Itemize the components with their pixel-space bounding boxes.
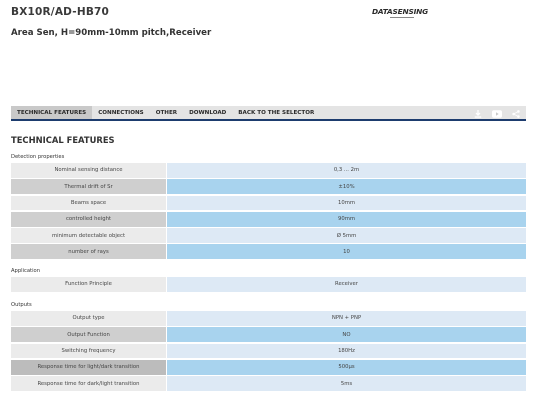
youtube-icon[interactable] xyxy=(492,109,502,118)
tab-download[interactable]: DOWNLOAD xyxy=(183,106,232,119)
share-icon[interactable] xyxy=(512,109,520,118)
spec-row: number of rays 10 xyxy=(11,244,526,260)
spec-value: 180Hz xyxy=(167,343,526,359)
product-code: BX10R/AD-HB70 xyxy=(11,6,110,18)
tab-other[interactable]: OTHER xyxy=(150,106,183,119)
spec-table-detection: Nominal sensing distance 0,3 ... 2m Ther… xyxy=(11,163,526,261)
group-title-outputs: Outputs xyxy=(11,302,32,308)
spec-label: Nominal sensing distance xyxy=(11,163,166,178)
brand-logo-underline xyxy=(390,17,414,18)
brand-logo: DATASENSING xyxy=(372,7,429,20)
spec-value: ±10% xyxy=(167,179,526,195)
spec-label: minimum detectable object xyxy=(11,228,166,243)
tab-technical-features[interactable]: TECHNICAL FEATURES xyxy=(11,106,93,119)
spec-value: 10mm xyxy=(167,195,526,211)
spec-value: Receiver xyxy=(167,277,526,292)
download-icon[interactable] xyxy=(474,109,482,118)
group-title-detection: Detection properties xyxy=(11,154,65,160)
spec-row: minimum detectable object Ø 5mm xyxy=(11,228,526,243)
spec-value: NO xyxy=(167,327,526,343)
spec-label: controlled height xyxy=(11,211,166,227)
brand-logo-text: DATASENSING xyxy=(372,7,429,16)
spec-value: 5ms xyxy=(167,376,526,391)
spec-row: controlled height 90mm xyxy=(11,211,526,227)
spec-table-application: Function Principle Receiver xyxy=(11,277,526,293)
spec-label: Thermal drift of Sr xyxy=(11,179,166,195)
spec-label: Response time for light/dark transition xyxy=(11,359,166,375)
spec-row: Thermal drift of Sr ±10% xyxy=(11,179,526,195)
spec-label: number of rays xyxy=(11,244,166,260)
spec-row: Response time for light/dark transition … xyxy=(11,359,526,375)
spec-row: Beams space 10mm xyxy=(11,195,526,211)
spec-value: 0,3 ... 2m xyxy=(167,163,526,178)
spec-value: NPN + PNP xyxy=(167,311,526,326)
spec-table-outputs: Output type NPN + PNP Output Function NO… xyxy=(11,311,526,392)
product-description: Area Sen, H=90mm-10mm pitch,Receiver xyxy=(11,28,212,38)
spec-value: Ø 5mm xyxy=(167,228,526,243)
spec-label: Response time for dark/light transition xyxy=(11,376,166,391)
spec-row: Output Function NO xyxy=(11,327,526,343)
tab-back-to-selector[interactable]: BACK TO THE SELECTOR xyxy=(232,106,320,119)
spec-label: Output Function xyxy=(11,327,166,343)
spec-row: Response time for dark/light transition … xyxy=(11,376,526,391)
spec-label: Beams space xyxy=(11,195,166,211)
section-title: TECHNICAL FEATURES xyxy=(11,135,115,145)
tab-bar-icons xyxy=(474,106,520,121)
spec-value: 90mm xyxy=(167,211,526,227)
spec-row: Nominal sensing distance 0,3 ... 2m xyxy=(11,163,526,178)
spec-label: Function Principle xyxy=(11,277,166,292)
tab-connections[interactable]: CONNECTIONS xyxy=(92,106,150,119)
spec-label: Switching frequency xyxy=(11,343,166,359)
spec-row: Switching frequency 180Hz xyxy=(11,343,526,359)
tab-bar: TECHNICAL FEATURES CONNECTIONS OTHER DOW… xyxy=(11,106,526,121)
spec-row: Output type NPN + PNP xyxy=(11,311,526,326)
spec-label: Output type xyxy=(11,311,166,326)
spec-value: 500µs xyxy=(167,359,526,375)
group-title-application: Application xyxy=(11,268,40,274)
spec-value: 10 xyxy=(167,244,526,260)
spec-row: Function Principle Receiver xyxy=(11,277,526,292)
